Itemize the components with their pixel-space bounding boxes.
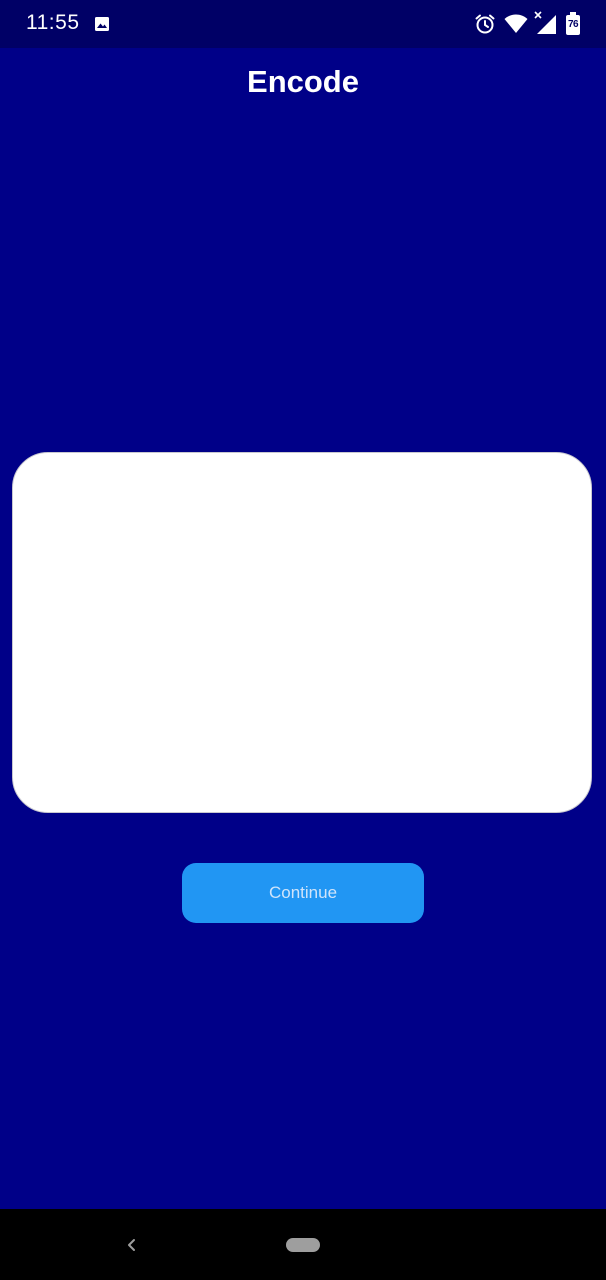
navigation-bar (0, 1209, 606, 1280)
battery-icon: 76 (565, 12, 581, 36)
status-bar: 11:55 76 (0, 0, 606, 48)
status-time: 11:55 (26, 11, 80, 34)
alarm-icon (475, 14, 495, 34)
battery-level: 76 (567, 19, 579, 30)
back-icon[interactable] (122, 1233, 140, 1257)
home-icon[interactable] (286, 1238, 320, 1252)
image-icon (95, 17, 109, 31)
wifi-icon (504, 14, 528, 33)
message-input[interactable] (12, 452, 592, 813)
cellular-no-data-icon (534, 11, 556, 34)
page-title: Encode (247, 64, 359, 99)
continue-button[interactable]: Continue (182, 863, 424, 923)
